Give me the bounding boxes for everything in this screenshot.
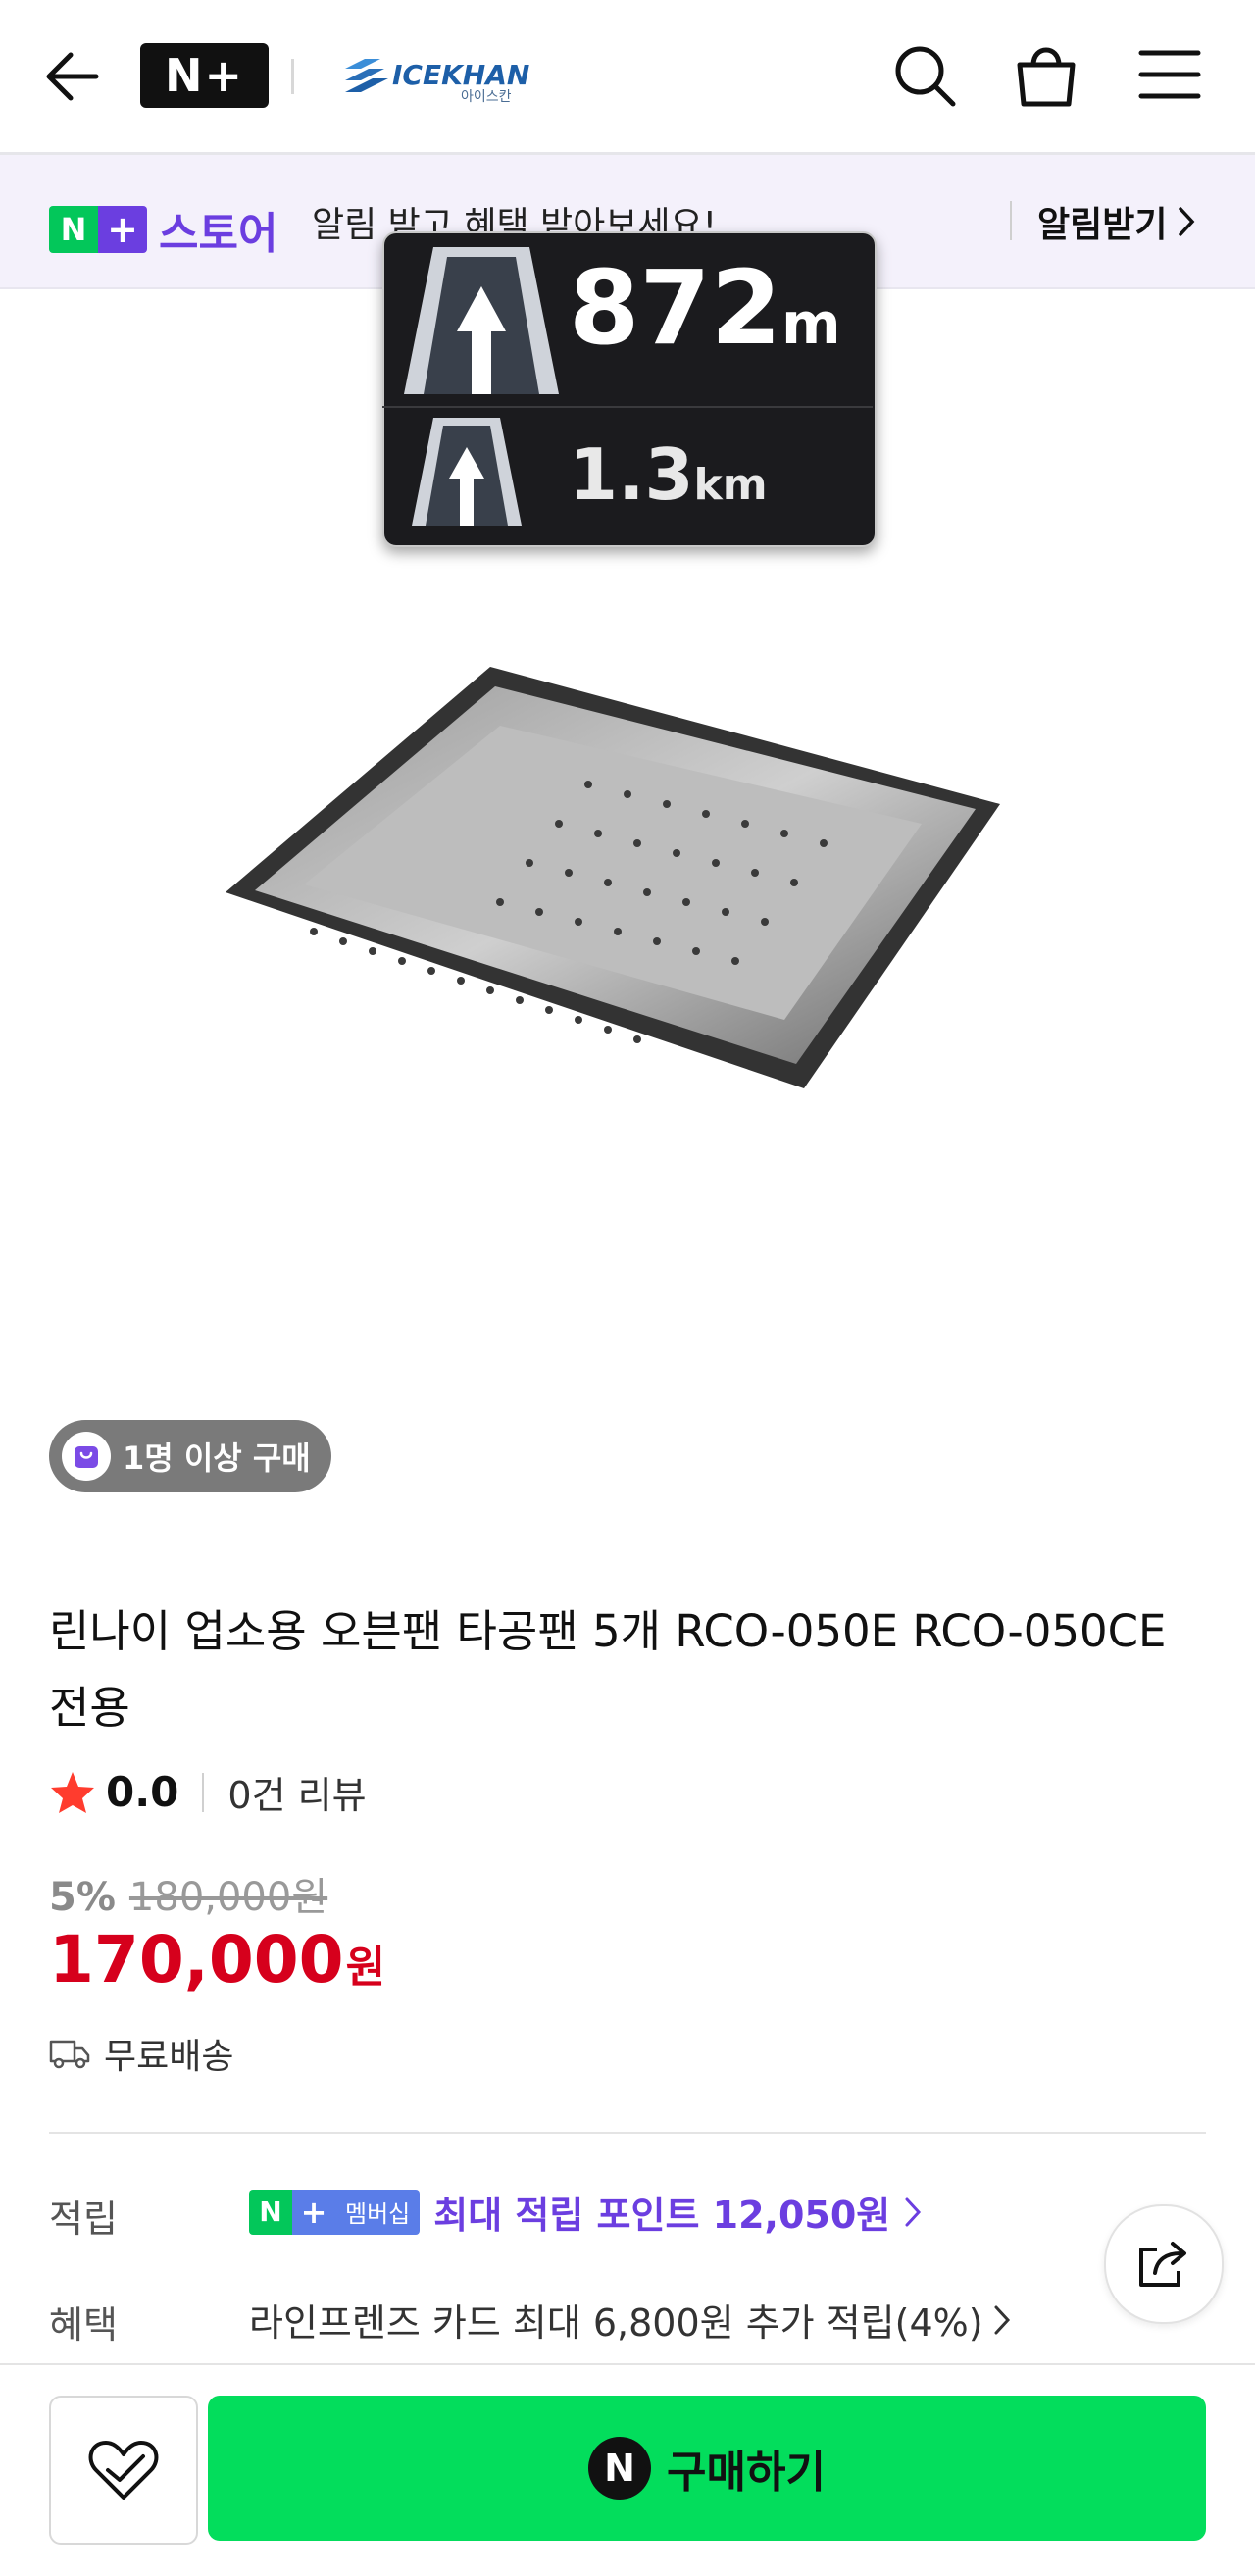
brand-subname: 아이스칸 [461,89,512,105]
product-title: 린나이 업소용 오븐팬 타공팬 5개 RCO-050E RCO-050CE 전용 [49,1605,1167,1734]
shipping-text: 무료배송 [104,2037,234,2077]
lane-straight-arrow-icon [404,247,559,394]
review-count[interactable]: 0건 리뷰 [227,1765,366,1819]
points-label: 적립 [49,2197,118,2241]
naver-plus-logo[interactable]: N+ [140,43,269,108]
buy-button-label: 구매하기 [667,2448,826,2498]
heart-check-icon [88,2441,159,2500]
membership-badge-n: N [249,2189,292,2235]
chevron-right-icon [994,2305,1010,2334]
naver-pay-n-icon: N [588,2437,652,2500]
following-distance-value: 1.3 [569,433,694,516]
membership-badge-plus: + [292,2189,335,2235]
menu-icon[interactable] [1137,45,1202,104]
wishlist-button[interactable] [49,2396,198,2545]
sale-price-unit: 원 [345,1943,386,1993]
chevron-right-icon [1179,207,1195,236]
next-distance-value: 872 [569,248,782,368]
rating-score: 0.0 [106,1768,179,1816]
following-turn-distance: 1.3km [569,439,768,510]
back-arrow-icon[interactable] [41,49,100,104]
product-image[interactable] [196,628,1039,1137]
shipping-info: 무료배송 [49,2028,233,2079]
benefit-label: 혜택 [49,2303,118,2347]
store-badge-n: N [49,206,98,253]
benefit-text: 라인프렌즈 카드 최대 6,800원 추가 적립(4%) [249,2301,983,2345]
original-price: 180,000원 [128,1875,328,1920]
section-divider [49,2132,1206,2134]
sale-price-value: 170,000 [49,1922,344,1997]
membership-badge-label: 멤버십 [335,2189,421,2235]
search-icon[interactable] [890,41,959,110]
delivery-truck-icon [49,2040,90,2069]
rating-row[interactable]: 0.0 0건 리뷰 [49,1765,367,1819]
next-distance-unit: m [781,290,841,357]
notify-button[interactable]: 알림받기 [1037,196,1196,247]
notify-label: 알림받기 [1037,205,1168,245]
header-divider [291,59,294,94]
buy-button[interactable]: N 구매하기 [208,2396,1206,2541]
points-link[interactable]: N + 멤버십 최대 적립 포인트 12,050원 [249,2185,922,2239]
bag-icon [62,1432,111,1481]
rating-divider [202,1772,205,1812]
next-turn-distance: 872m [569,257,841,359]
discount-percent: 5% [49,1875,116,1920]
benefit-link[interactable]: 라인프렌즈 카드 최대 6,800원 추가 적립(4%) [249,2293,1011,2347]
banner-divider [1010,201,1012,240]
share-button[interactable] [1104,2204,1224,2324]
share-icon [1139,2242,1186,2287]
navigation-overlay-divider [382,406,873,408]
purchase-count-badge: 1명 이상 구매 [49,1420,331,1492]
discount-row: 5% 180,000원 [49,1865,327,1922]
membership-badge: N + 멤버십 [249,2189,421,2235]
chevron-right-icon [905,2197,922,2226]
icekhan-logo-icon[interactable] [341,55,398,98]
star-icon [51,1771,94,1813]
store-label: 스토어 [159,209,278,259]
lane-straight-arrow-small-icon [412,418,522,526]
sale-price: 170,000 원 [49,1922,385,1997]
shopping-bag-icon[interactable] [1012,39,1080,110]
store-badge-plus: + [98,206,147,253]
max-points-text: 최대 적립 포인트 12,050원 [433,2194,891,2237]
following-distance-unit: km [693,460,768,510]
purchase-count-text: 1명 이상 구매 [123,1440,311,1477]
naver-plus-store-badge[interactable]: N + 스토어 [49,198,277,261]
